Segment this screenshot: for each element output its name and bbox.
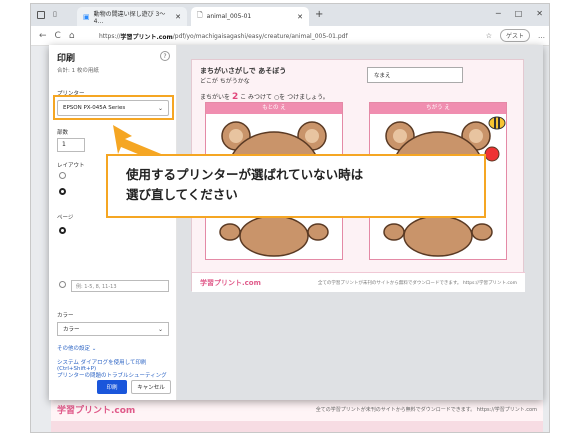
instruction-callout: 使用するプリンターが選ばれていない時は 選び直してください bbox=[106, 154, 486, 218]
callout-line-2: 選び直してください bbox=[126, 187, 238, 202]
callout-line-1: 使用するプリンターが選ばれていない時は bbox=[126, 167, 364, 182]
screenshot-frame: ▯ ▣ 動物の間違い探し遊び 3～4… ✕ 🗋 animal_005-01 ✕ … bbox=[0, 0, 580, 440]
callout-arrow bbox=[113, 125, 166, 164]
browser-window: ▯ ▣ 動物の間違い探し遊び 3～4… ✕ 🗋 animal_005-01 ✕ … bbox=[30, 3, 550, 433]
